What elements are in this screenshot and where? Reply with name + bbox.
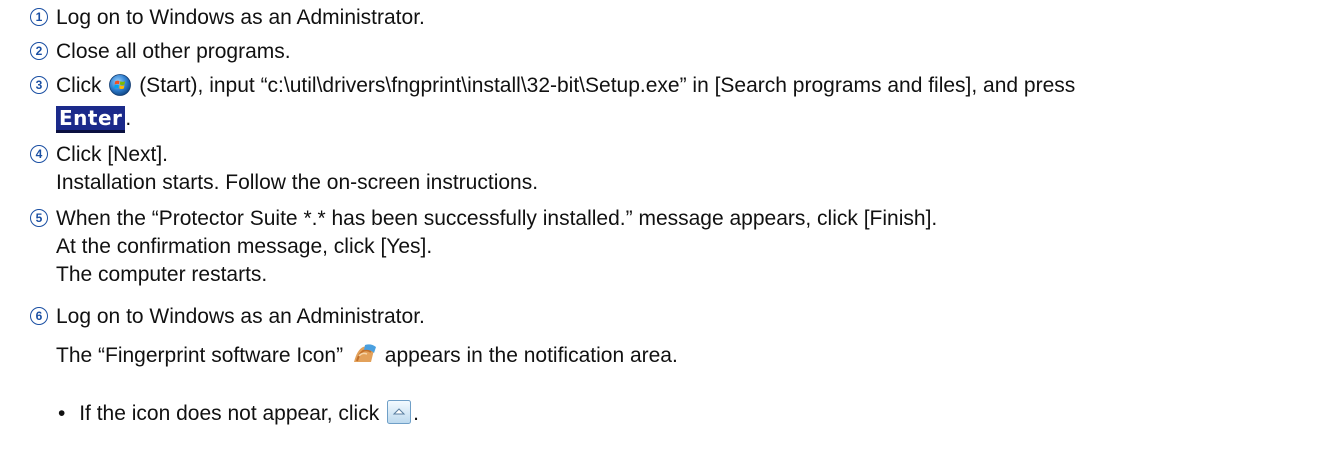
step-4: 4 Click [Next]. Installation starts. Fol… (30, 141, 538, 197)
step-subtext: appears in the notification area. (384, 344, 678, 367)
step-text: Click (56, 74, 102, 97)
step-number: 4 (30, 145, 48, 163)
step-number: 1 (30, 8, 48, 26)
step-text: Click [Next]. (56, 143, 169, 166)
step-subtext: At the confirmation message, click [Yes]… (56, 235, 433, 258)
step-3: 3 Click (Start), input “c:\util\drivers\… (30, 72, 1075, 133)
step-number: 3 (30, 76, 48, 94)
fingerprint-software-icon (350, 342, 377, 374)
step-1: 1 Log on to Windows as an Administrator. (30, 4, 425, 32)
step-subtext: The “Fingerprint software Icon” (56, 344, 344, 367)
windows-start-orb-icon (109, 74, 132, 104)
step-subtext: Installation starts. Follow the on-scree… (56, 171, 539, 194)
step-number: 6 (30, 307, 48, 325)
step-text: When the “Protector Suite *.* has been s… (56, 207, 938, 230)
step-subtext: The computer restarts. (56, 263, 268, 286)
step-text: Close all other programs. (56, 40, 291, 63)
enter-key: Enter (56, 106, 126, 133)
bullet-text: If the icon does not appear, click (79, 402, 380, 425)
show-hidden-icons-button[interactable] (387, 400, 412, 432)
step-text: . (125, 107, 132, 130)
bullet-text: . (413, 402, 419, 425)
step-6-subtext: The “Fingerprint software Icon” appears … (56, 342, 678, 374)
bullet-marker: • (58, 402, 66, 425)
step-5: 5 When the “Protector Suite *.* has been… (30, 205, 937, 289)
step-text: (Start), input “c:\util\drivers\fngprint… (139, 74, 1076, 97)
step-number: 5 (30, 209, 48, 227)
step-2: 2 Close all other programs. (30, 38, 291, 66)
step-6-bullet: • If the icon does not appear, click . (58, 400, 419, 432)
step-number: 2 (30, 42, 48, 60)
step-text: Log on to Windows as an Administrator. (56, 6, 425, 29)
step-6: 6 Log on to Windows as an Administrator. (30, 303, 425, 331)
step-text: Log on to Windows as an Administrator. (56, 305, 425, 328)
instructions-document: 1 Log on to Windows as an Administrator.… (0, 0, 1342, 451)
